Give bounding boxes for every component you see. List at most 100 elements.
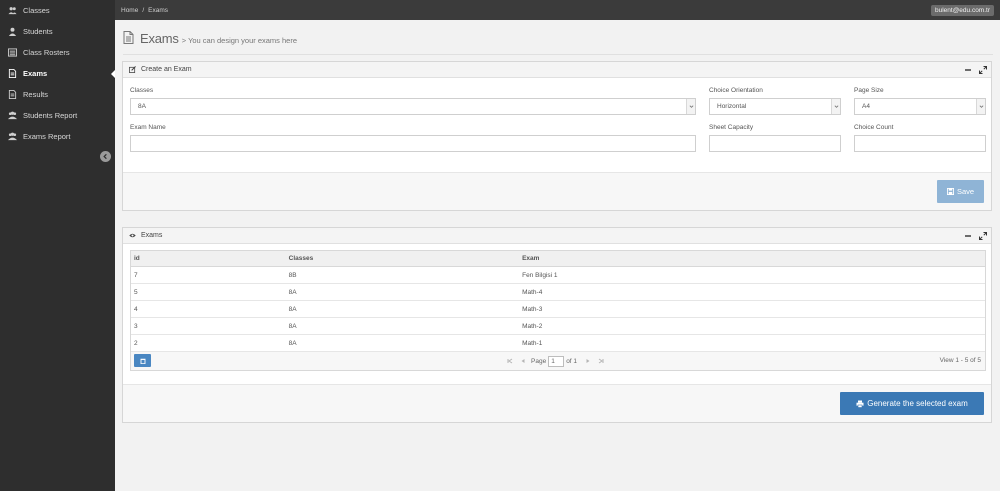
- page-of-label: of 1: [566, 357, 578, 365]
- save-icon: [946, 188, 957, 195]
- user-email[interactable]: bulent@edu.com.tr: [930, 4, 994, 16]
- sidebar-item-students[interactable]: Students: [0, 21, 115, 42]
- table-pager: Page 1 of 1 View 1 - 5 of 5: [131, 352, 985, 370]
- choice-count-label: Choice Count: [854, 124, 894, 131]
- trash-icon: [140, 358, 146, 364]
- expand-icon[interactable]: [978, 65, 987, 74]
- sidebar-item-results[interactable]: Results: [0, 84, 115, 105]
- document-icon: [7, 69, 17, 79]
- expand-icon[interactable]: [978, 231, 987, 240]
- delete-button[interactable]: [134, 354, 151, 367]
- sidebar-item-label: Students: [23, 27, 53, 36]
- box-header: Create an Exam: [123, 62, 991, 78]
- chevron-down-icon: [831, 99, 840, 114]
- choice-orientation-select[interactable]: Horizontal: [709, 98, 841, 115]
- choice-orientation-label: Choice Orientation: [709, 87, 763, 94]
- save-button-label: Save: [956, 187, 975, 196]
- sidebar-item-label: Classes: [23, 6, 50, 15]
- page-subtitle: > You can design your exams here: [181, 35, 298, 45]
- column-header-id[interactable]: id: [131, 251, 286, 266]
- exams-list-box: Exams id Classes Exam 7 8B Fen Bilgisi 1…: [122, 227, 992, 423]
- exam-name-input[interactable]: [130, 135, 696, 152]
- column-header-classes[interactable]: Classes: [286, 251, 519, 266]
- view-records-info: View 1 - 5 of 5: [939, 357, 981, 364]
- cell-exam: Math-2: [522, 322, 543, 330]
- main-content: Exams > You can design your exams here C…: [115, 20, 1000, 491]
- topbar: Home / Exams bulent@edu.com.tr: [115, 0, 1000, 20]
- document-icon: [7, 90, 17, 100]
- cell-classes: 8A: [288, 305, 297, 313]
- sidebar: Classes Students Class Rosters Exams Res…: [0, 0, 115, 491]
- cell-id: 7: [134, 271, 138, 279]
- generate-button-label: Generate the selected exam: [867, 399, 968, 408]
- cell-classes: 8B: [288, 271, 297, 279]
- choice-count-input[interactable]: [854, 135, 986, 152]
- table-row[interactable]: 3 8A Math-2: [131, 318, 985, 335]
- page-size-value: A4: [862, 103, 870, 110]
- form-footer: Save: [123, 172, 991, 210]
- create-exam-box: Create an Exam Classes 8A Choice Orienta…: [122, 61, 992, 211]
- page-header: Exams > You can design your exams here: [123, 31, 297, 46]
- cell-id: 4: [134, 305, 138, 313]
- cell-exam: Math-3: [522, 305, 543, 313]
- box-header: Exams: [123, 228, 991, 244]
- breadcrumb: Home / Exams: [121, 7, 168, 14]
- divider: [123, 54, 993, 55]
- minimize-icon[interactable]: [963, 65, 972, 74]
- cell-id: 2: [134, 339, 138, 347]
- users-icon: [7, 6, 17, 16]
- save-button[interactable]: Save: [937, 180, 984, 203]
- sidebar-item-label: Exams: [23, 69, 48, 78]
- page-number-input[interactable]: 1: [548, 355, 565, 367]
- first-page-button[interactable]: [503, 355, 516, 367]
- column-header-exam[interactable]: Exam: [519, 251, 985, 266]
- sidebar-item-exams[interactable]: Exams: [0, 63, 115, 84]
- sidebar-item-exams-report[interactable]: Exams Report: [0, 126, 115, 147]
- box-title: Create an Exam: [141, 66, 192, 73]
- box-title: Exams: [141, 232, 163, 239]
- table-row[interactable]: 7 8B Fen Bilgisi 1: [131, 267, 985, 284]
- print-icon: [856, 400, 867, 408]
- next-page-button[interactable]: [581, 355, 594, 367]
- sidebar-item-class-rosters[interactable]: Class Rosters: [0, 42, 115, 63]
- generate-exam-button[interactable]: Generate the selected exam: [840, 392, 984, 415]
- cell-classes: 8A: [288, 339, 297, 347]
- table-row[interactable]: 4 8A Math-3: [131, 301, 985, 318]
- user-icon: [7, 27, 17, 37]
- prev-page-button[interactable]: [516, 355, 529, 367]
- classes-select-value: 8A: [138, 103, 146, 110]
- sidebar-item-classes[interactable]: Classes: [0, 0, 115, 21]
- cell-exam: Fen Bilgisi 1: [522, 271, 558, 279]
- page-label: Page: [531, 357, 547, 365]
- sidebar-collapse-button[interactable]: [100, 151, 111, 162]
- edit-icon: [129, 66, 137, 74]
- breadcrumb-separator: /: [142, 6, 145, 14]
- classes-label: Classes: [130, 87, 154, 94]
- page-size-select[interactable]: A4: [854, 98, 986, 115]
- list-icon: [7, 48, 17, 58]
- pager-controls: Page 1 of 1: [503, 355, 607, 367]
- breadcrumb-current: Exams: [148, 6, 169, 14]
- eye-icon: [129, 232, 137, 240]
- sidebar-item-students-report[interactable]: Students Report: [0, 105, 115, 126]
- minimize-icon[interactable]: [963, 231, 972, 240]
- table-row[interactable]: 5 8A Math-4: [131, 284, 985, 301]
- sheet-capacity-label: Sheet Capacity: [709, 124, 754, 131]
- box-tools: [963, 65, 987, 74]
- classes-select[interactable]: 8A: [130, 98, 696, 115]
- last-page-button[interactable]: [594, 355, 607, 367]
- sidebar-item-label: Exams Report: [23, 132, 71, 141]
- cell-id: 3: [134, 322, 138, 330]
- users-report-icon: [7, 132, 17, 142]
- box-tools: [963, 231, 987, 240]
- cell-classes: 8A: [288, 288, 297, 296]
- chevron-down-icon: [686, 99, 695, 114]
- table-row[interactable]: 2 8A Math-1: [131, 335, 985, 352]
- users-report-icon: [7, 111, 17, 121]
- document-icon: [123, 31, 134, 46]
- cell-exam: Math-1: [522, 339, 543, 347]
- sheet-capacity-input[interactable]: [709, 135, 841, 152]
- chevron-down-icon: [976, 99, 985, 114]
- breadcrumb-home[interactable]: Home: [121, 7, 138, 14]
- sidebar-item-label: Results: [23, 90, 49, 99]
